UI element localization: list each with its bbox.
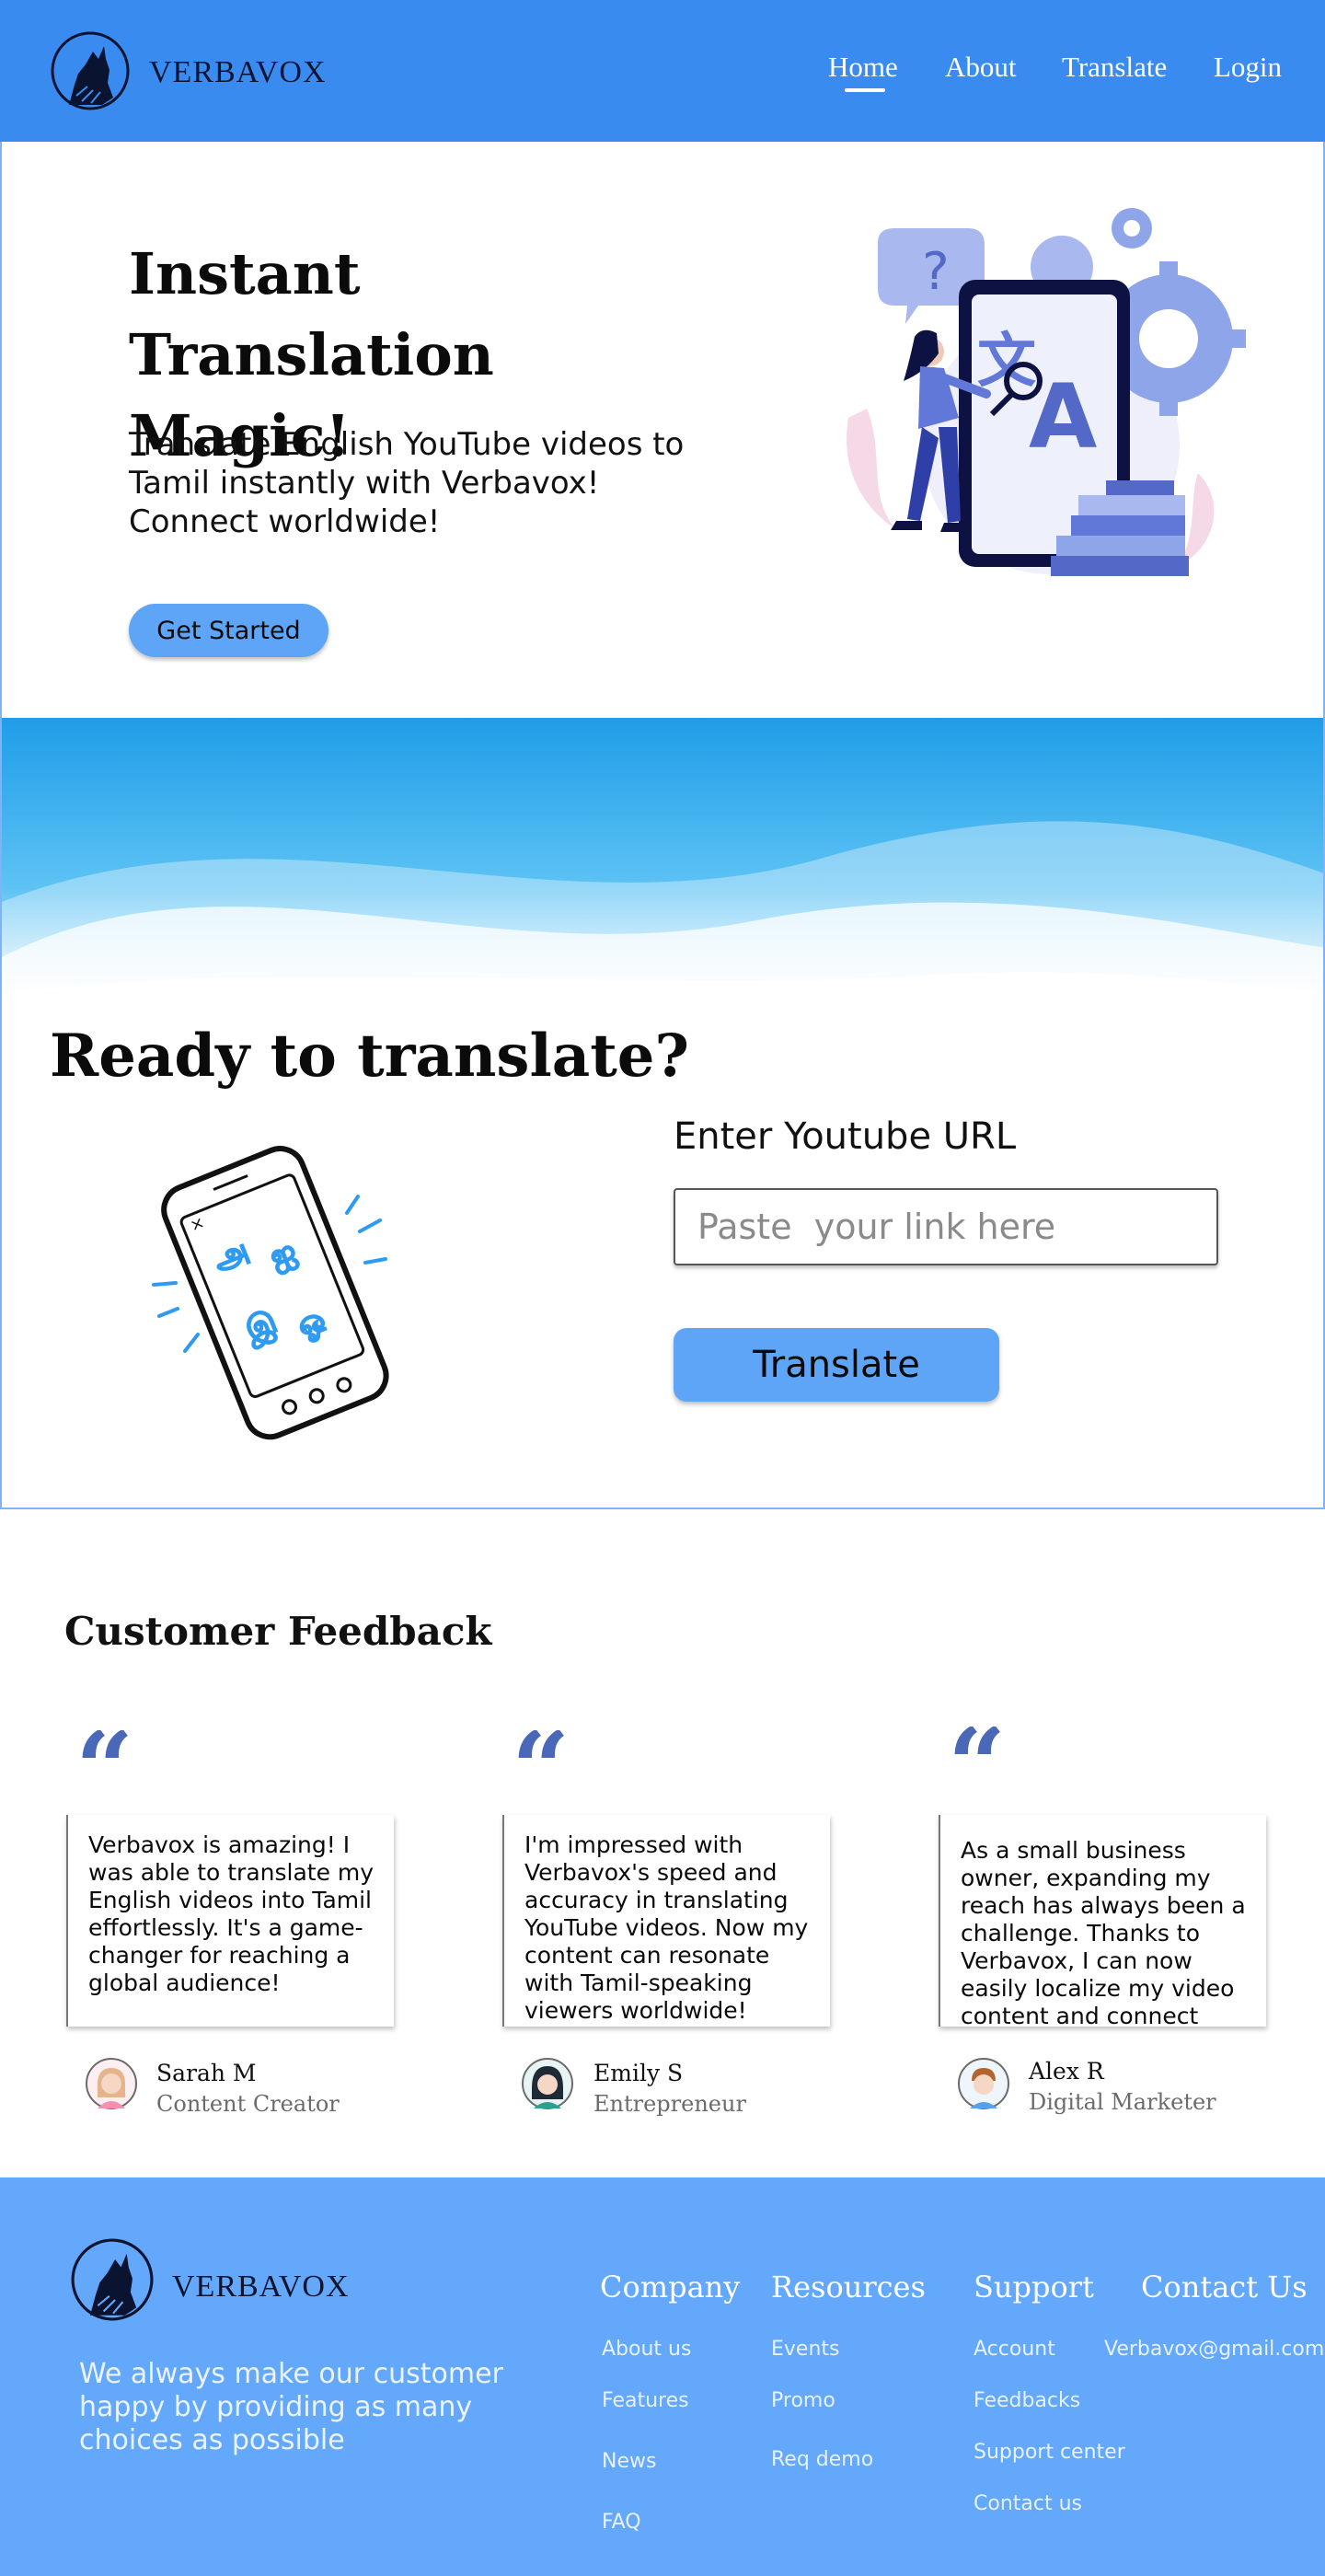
testimonial-text: As a small business owner, expanding my … (961, 1837, 1246, 2027)
footer-link-feedbacks[interactable]: Feedbacks (974, 2389, 1080, 2412)
testimonial-text: Verbavox is amazing! I was able to trans… (88, 1831, 374, 1996)
footer-heading-resources: Resources (771, 2270, 926, 2305)
avatar (86, 2058, 137, 2109)
customer-feedback-heading: Customer Feedback (64, 1609, 492, 1654)
footer-heading-support: Support (974, 2270, 1094, 2305)
translation-illustration: ? 文 A (847, 208, 1246, 576)
phone-language-illustration: × அ ஐ இ ஓ (152, 1146, 389, 1440)
translate-section: Ready to translate? × அ ஐ இ ஓ Enter Yout… (0, 718, 1325, 1509)
avatar (522, 2058, 573, 2109)
ready-to-translate-heading: Ready to translate? (50, 1022, 689, 1091)
footer-link-events[interactable]: Events (771, 2338, 840, 2361)
testimonial-card: Verbavox is amazing! I was able to trans… (66, 1815, 394, 2027)
testimonial-card: As a small business owner, expanding my … (939, 1815, 1266, 2027)
footer-link-support-center[interactable]: Support center (974, 2441, 1125, 2464)
footer-heading-company: Company (600, 2270, 741, 2305)
footer-brand-name[interactable]: VERBAVOX (172, 2270, 350, 2305)
footer-link-about-us[interactable]: About us (602, 2338, 691, 2361)
get-started-button[interactable]: Get Started (129, 604, 328, 657)
brand-name[interactable]: VERBAVOX (149, 55, 327, 90)
footer-tagline: We always make our customer happy by pro… (79, 2358, 503, 2456)
wolf-howl-icon[interactable] (71, 2238, 154, 2321)
question-mark-icon: ? (922, 242, 950, 302)
footer-link-promo[interactable]: Promo (771, 2389, 835, 2412)
footer-contact-email[interactable]: Verbavox@gmail.com (1104, 2338, 1324, 2361)
testimonial-card: I'm impressed with Verbavox's speed and … (502, 1815, 830, 2027)
wave-banner (2, 718, 1323, 1003)
nav-about[interactable]: About (945, 51, 1017, 84)
reviewer-name: Alex R (1029, 2058, 1104, 2085)
quote-icon: “ (513, 1730, 569, 1782)
footer-link-news[interactable]: News (602, 2450, 656, 2473)
footer-link-faq[interactable]: FAQ (602, 2511, 641, 2534)
nav-translate[interactable]: Translate (1062, 51, 1167, 84)
reviewer-role: Digital Marketer (1029, 2089, 1216, 2115)
testimonial-text: I'm impressed with Verbavox's speed and … (524, 1831, 809, 2024)
footer-link-contact-us[interactable]: Contact us (974, 2492, 1082, 2515)
hero-section: Instant Translation Magic! Translate Eng… (0, 142, 1325, 718)
svg-text:“: “ (950, 1727, 1005, 1778)
footer: VERBAVOX We always make our customer hap… (0, 2177, 1325, 2576)
reviewer-name: Sarah M (156, 2060, 257, 2086)
nav-home[interactable]: Home (828, 51, 898, 84)
quote-icon: “ (950, 1727, 1005, 1778)
footer-heading-contact: Contact Us (1141, 2270, 1308, 2305)
footer-link-features[interactable]: Features (602, 2389, 689, 2412)
footer-link-account[interactable]: Account (974, 2338, 1055, 2361)
wolf-howl-icon[interactable] (51, 31, 130, 110)
top-navigation: VERBAVOX Home About Translate Login (0, 0, 1325, 142)
svg-text:“: “ (77, 1730, 132, 1782)
footer-link-req-demo[interactable]: Req demo (771, 2448, 873, 2471)
nav-login[interactable]: Login (1214, 51, 1282, 84)
translate-button[interactable]: Translate (674, 1328, 999, 1402)
avatar (958, 2058, 1009, 2109)
reviewer-role: Content Creator (156, 2091, 340, 2117)
youtube-url-label: Enter Youtube URL (674, 1115, 1017, 1158)
reviewer-role: Entrepreneur (593, 2091, 746, 2117)
svg-text:“: “ (513, 1730, 569, 1782)
hero-subtitle: Translate English YouTube videos to Tami… (129, 426, 685, 540)
youtube-url-input[interactable] (674, 1188, 1218, 1265)
nav-active-indicator (845, 88, 885, 92)
reviewer-name: Emily S (593, 2060, 684, 2086)
quote-icon: “ (77, 1730, 132, 1782)
